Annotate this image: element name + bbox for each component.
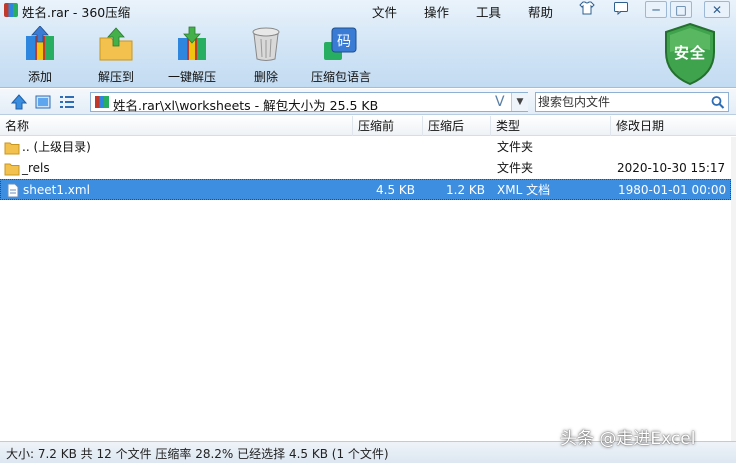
language-code-icon: 码 [324, 27, 357, 60]
extract-folder-icon [99, 27, 133, 61]
list-scroll-track[interactable] [731, 137, 736, 441]
delete-button[interactable]: 删除 [234, 26, 298, 84]
file-name: _rels [22, 161, 50, 175]
archive-language-button[interactable]: 码 压缩包语言 [308, 26, 374, 84]
file-name: .. (上级目录) [22, 140, 91, 154]
file-list-header: 名称 压缩前 压缩后 类型 修改日期 [0, 116, 736, 136]
column-type[interactable]: 类型 [490, 116, 610, 136]
file-row-parent-dir[interactable]: .. (上级目录) 文件夹 [0, 137, 731, 158]
archive-language-label: 压缩包语言 [310, 70, 371, 84]
file-type: 文件夹 [497, 161, 534, 175]
thumbnail-view-icon[interactable] [34, 93, 52, 111]
address-bar-row: 姓名.rar\xl\worksheets - 解包大小为 25.5 KB V ▼ [0, 89, 736, 115]
file-date: 1980-01-01 00:00 [618, 183, 727, 197]
column-modified-date[interactable]: 修改日期 [610, 116, 736, 136]
address-path-field[interactable]: 姓名.rar\xl\worksheets - 解包大小为 25.5 KB V ▼ [90, 92, 528, 113]
file-type: XML 文档 [497, 183, 551, 197]
extract-to-label: 解压到 [97, 70, 134, 84]
search-icon[interactable] [710, 95, 726, 109]
add-label: 添加 [27, 70, 52, 84]
app-window: 姓名.rar - 360压缩 文件 操作 工具 帮助 ─ □ ✕ 添加 解压到 … [0, 0, 736, 463]
up-arrow-icon[interactable] [10, 93, 28, 111]
menu-operate[interactable]: 操作 [424, 2, 449, 21]
file-type: 文件夹 [497, 140, 534, 154]
search-box [535, 92, 729, 112]
file-row-rels[interactable]: _rels 文件夹 2020-10-30 15:17 [0, 158, 731, 179]
xml-file-icon [7, 183, 19, 198]
minimize-button[interactable]: ─ [645, 1, 667, 18]
status-text: 大小: 7.2 KB 共 12 个文件 压缩率 28.2% 已经选择 4.5 K… [6, 447, 389, 461]
file-size-after: 1.2 KB [446, 183, 485, 197]
security-badge-text: 安全 [673, 44, 706, 62]
one-click-extract-button[interactable]: 一键解压 [160, 26, 224, 84]
menu-help[interactable]: 帮助 [528, 2, 553, 21]
file-size-before: 4.5 KB [376, 183, 415, 197]
address-v-mark: V [495, 94, 505, 110]
folder-icon [4, 142, 20, 155]
column-name[interactable]: 名称 [0, 116, 352, 136]
file-name: sheet1.xml [23, 183, 90, 197]
shirt-icon[interactable] [576, 1, 598, 18]
close-button[interactable]: ✕ [704, 1, 730, 18]
list-view-icon[interactable] [58, 93, 76, 111]
add-archive-icon [26, 26, 54, 60]
rar-file-icon [95, 96, 109, 108]
header-band: 姓名.rar - 360压缩 文件 操作 工具 帮助 ─ □ ✕ 添加 解压到 … [0, 0, 736, 88]
message-icon[interactable] [610, 1, 632, 18]
menu-tools[interactable]: 工具 [476, 2, 501, 21]
address-path: 姓名.rar\xl\worksheets - 解包大小为 25.5 KB [113, 98, 379, 113]
rar-app-icon [4, 3, 18, 17]
extract-to-button[interactable]: 解压到 [84, 26, 148, 84]
column-size-before[interactable]: 压缩前 [352, 116, 422, 136]
add-button[interactable]: 添加 [8, 26, 72, 84]
search-input[interactable] [538, 94, 706, 110]
column-size-after[interactable]: 压缩后 [422, 116, 490, 136]
security-shield[interactable]: 安全 [662, 22, 718, 86]
window-title: 姓名.rar - 360压缩 [22, 5, 131, 20]
file-row-sheet1[interactable]: sheet1.xml 4.5 KB 1.2 KB XML 文档 1980-01-… [0, 179, 731, 200]
maximize-button[interactable]: □ [670, 1, 692, 18]
one-click-extract-label: 一键解压 [167, 70, 216, 84]
watermark: 头条 @走进Excel [560, 429, 696, 449]
trash-icon [252, 27, 280, 61]
file-date: 2020-10-30 15:17 [617, 161, 726, 175]
address-dropdown-button[interactable]: ▼ [511, 93, 528, 111]
title-bar: 姓名.rar - 360压缩 文件 操作 工具 帮助 ─ □ ✕ [0, 0, 736, 20]
delete-label: 删除 [253, 70, 278, 84]
menu-file[interactable]: 文件 [372, 2, 397, 21]
folder-icon [4, 163, 20, 176]
one-click-extract-icon [178, 26, 206, 60]
language-icon-text: 码 [337, 34, 351, 50]
